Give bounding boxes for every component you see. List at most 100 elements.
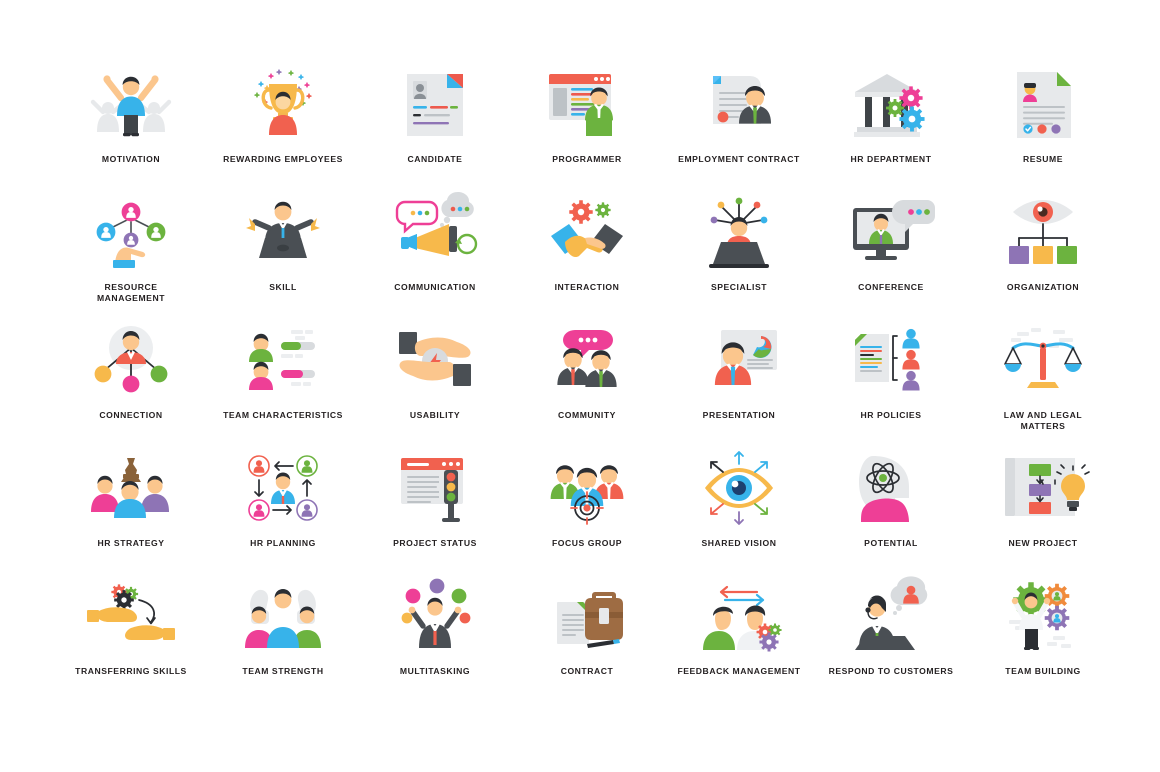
icon-cell-contract[interactable]: CONTRACT (511, 574, 663, 702)
icon-cell-resume[interactable]: RESUME (967, 62, 1119, 190)
multitasking-icon (387, 574, 483, 660)
icon-label: EMPLOYMENT CONTRACT (678, 154, 800, 164)
hr-policies-icon (843, 318, 939, 404)
icon-label: HR POLICIES (860, 410, 922, 420)
icon-label: RESOURCE MANAGEMENT (96, 282, 166, 304)
icon-label: COMMUNITY (558, 410, 616, 420)
icon-cell-specialist[interactable]: SPECIALIST (663, 190, 815, 318)
icon-cell-candidate[interactable]: CANDIDATE (359, 62, 511, 190)
organization-icon (995, 190, 1091, 276)
icon-cell-communication[interactable]: COMMUNICATION (359, 190, 511, 318)
programmer-icon (539, 62, 635, 148)
icon-cell-motivation[interactable]: MOTIVATION (55, 62, 207, 190)
icon-cell-hr-strategy[interactable]: HR STRATEGY (55, 446, 207, 574)
specialist-icon (691, 190, 787, 276)
icon-cell-presentation[interactable]: PRESENTATION (663, 318, 815, 446)
icon-cell-rewarding-employees[interactable]: REWARDING EMPLOYEES (207, 62, 359, 190)
icon-cell-new-project[interactable]: NEW PROJECT (967, 446, 1119, 574)
icon-label: TEAM BUILDING (1005, 666, 1081, 676)
icon-cell-project-status[interactable]: PROJECT STATUS (359, 446, 511, 574)
icon-label: HR DEPARTMENT (850, 154, 932, 164)
hr-planning-icon (235, 446, 331, 532)
icon-cell-team-building[interactable]: TEAM BUILDING (967, 574, 1119, 702)
icon-cell-skill[interactable]: SKILL (207, 190, 359, 318)
focus-group-icon (539, 446, 635, 532)
icon-cell-law-and-legal-matters[interactable]: LAW AND LEGAL MATTERS (967, 318, 1119, 446)
candidate-icon (387, 62, 483, 148)
connection-icon (83, 318, 179, 404)
law-and-legal-matters-icon (995, 318, 1091, 404)
icon-cell-resource-management[interactable]: RESOURCE MANAGEMENT (55, 190, 207, 318)
icon-label: HR STRATEGY (97, 538, 165, 548)
conference-icon (843, 190, 939, 276)
icon-grid: MOTIVATION REWARDING EMPLOYEES CANDIDATE PR… (55, 62, 1119, 702)
icon-cell-respond-to-customers[interactable]: RESPOND TO CUSTOMERS (815, 574, 967, 702)
team-strength-icon (235, 574, 331, 660)
icon-cell-programmer[interactable]: PROGRAMMER (511, 62, 663, 190)
usability-icon (387, 318, 483, 404)
icon-label: PRESENTATION (702, 410, 776, 420)
icon-label: COMMUNICATION (394, 282, 476, 292)
hr-strategy-icon (83, 446, 179, 532)
icon-label: MOTIVATION (101, 154, 161, 164)
icon-cell-multitasking[interactable]: MULTITASKING (359, 574, 511, 702)
icon-label: TEAM CHARACTERISTICS (223, 410, 343, 420)
communication-icon (387, 190, 483, 276)
icon-label: POTENTIAL (864, 538, 918, 548)
icon-cell-team-strength[interactable]: TEAM STRENGTH (207, 574, 359, 702)
icon-label: INTERACTION (554, 282, 620, 292)
icon-cell-organization[interactable]: ORGANIZATION (967, 190, 1119, 318)
icon-label: CONFERENCE (858, 282, 924, 292)
icon-label: CANDIDATE (407, 154, 463, 164)
icon-label: CONTRACT (560, 666, 614, 676)
icon-label: RESUME (1022, 154, 1064, 164)
icon-label: FEEDBACK MANAGEMENT (677, 666, 801, 676)
icon-label: MULTITASKING (399, 666, 471, 676)
rewarding-employees-icon (235, 62, 331, 148)
interaction-icon (539, 190, 635, 276)
contract-icon (539, 574, 635, 660)
icon-label: SKILL (269, 282, 297, 292)
icon-label: PROJECT STATUS (393, 538, 477, 548)
icon-label: HR PLANNING (250, 538, 316, 548)
icon-label: NEW PROJECT (1008, 538, 1078, 548)
icon-label: SPECIALIST (710, 282, 768, 292)
icon-cell-hr-planning[interactable]: HR PLANNING (207, 446, 359, 574)
icon-cell-community[interactable]: COMMUNITY (511, 318, 663, 446)
icon-cell-hr-department[interactable]: HR DEPARTMENT (815, 62, 967, 190)
icon-cell-hr-policies[interactable]: HR POLICIES (815, 318, 967, 446)
icon-cell-usability[interactable]: USABILITY (359, 318, 511, 446)
icon-cell-focus-group[interactable]: FOCUS GROUP (511, 446, 663, 574)
icon-cell-shared-vision[interactable]: SHARED VISION (663, 446, 815, 574)
icon-label: RESPOND TO CUSTOMERS (828, 666, 954, 676)
respond-to-customers-icon (843, 574, 939, 660)
community-icon (539, 318, 635, 404)
resume-icon (995, 62, 1091, 148)
icon-cell-conference[interactable]: CONFERENCE (815, 190, 967, 318)
team-characteristics-icon (235, 318, 331, 404)
employment-contract-icon (691, 62, 787, 148)
project-status-icon (387, 446, 483, 532)
icon-cell-interaction[interactable]: INTERACTION (511, 190, 663, 318)
icon-cell-potential[interactable]: POTENTIAL (815, 446, 967, 574)
skill-icon (235, 190, 331, 276)
icon-cell-connection[interactable]: CONNECTION (55, 318, 207, 446)
resource-management-icon (83, 190, 179, 276)
icon-cell-team-characteristics[interactable]: TEAM CHARACTERISTICS (207, 318, 359, 446)
icon-cell-feedback-management[interactable]: FEEDBACK MANAGEMENT (663, 574, 815, 702)
feedback-management-icon (691, 574, 787, 660)
icon-label: USABILITY (409, 410, 461, 420)
hr-department-icon (843, 62, 939, 148)
icon-label: LAW AND LEGAL MATTERS (1003, 410, 1083, 432)
icon-sheet: MOTIVATION REWARDING EMPLOYEES CANDIDATE PR… (0, 0, 1160, 772)
transferring-skills-icon (83, 574, 179, 660)
icon-label: FOCUS GROUP (551, 538, 623, 548)
icon-label: CONNECTION (99, 410, 163, 420)
icon-label: TEAM STRENGTH (242, 666, 324, 676)
icon-cell-employment-contract[interactable]: EMPLOYMENT CONTRACT (663, 62, 815, 190)
motivation-icon (83, 62, 179, 148)
icon-label: SHARED VISION (701, 538, 777, 548)
icon-cell-transferring-skills[interactable]: TRANSFERRING SKILLS (55, 574, 207, 702)
shared-vision-icon (691, 446, 787, 532)
icon-label: REWARDING EMPLOYEES (223, 154, 343, 164)
